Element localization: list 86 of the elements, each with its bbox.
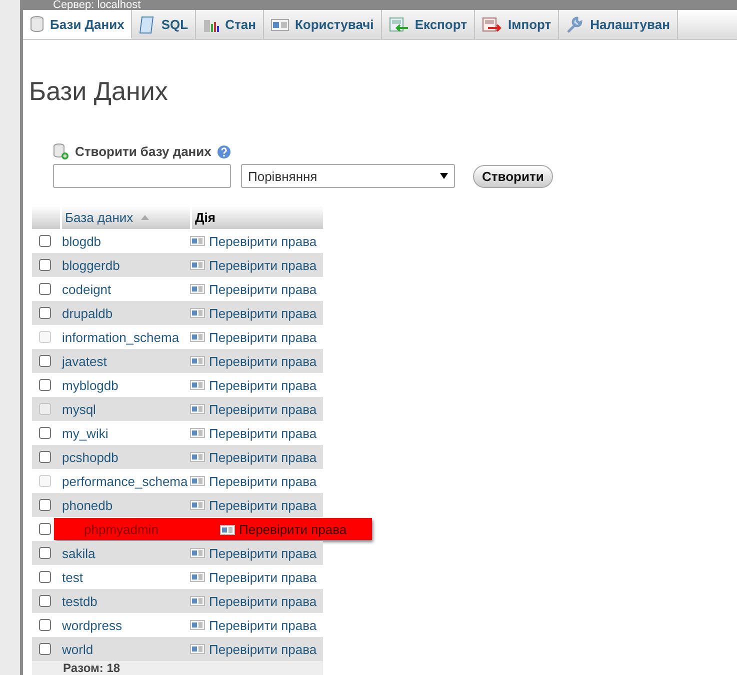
row-checkbox[interactable] — [39, 283, 51, 295]
id-card-icon — [190, 332, 205, 342]
check-privileges-link[interactable]: Перевірити права — [190, 450, 323, 464]
row-checkbox[interactable] — [39, 619, 51, 631]
row-checkbox[interactable] — [39, 547, 51, 559]
row-checkbox[interactable] — [39, 235, 51, 247]
create-button[interactable]: Створити — [473, 164, 553, 188]
database-name[interactable]: wordpress — [60, 618, 190, 632]
check-privileges-link[interactable]: Перевірити права — [190, 642, 323, 656]
nav-tab[interactable]: Експорт — [382, 10, 475, 39]
id-card-icon — [190, 476, 205, 486]
check-privileges-link[interactable]: Перевірити права — [190, 354, 323, 368]
database-name[interactable]: world — [60, 642, 190, 656]
sort-arrow-icon — [141, 215, 150, 220]
import-icon — [482, 16, 502, 33]
check-privileges-link[interactable]: Перевірити права — [190, 282, 323, 296]
export-icon — [388, 16, 409, 33]
check-privileges-link[interactable]: Перевірити права — [190, 378, 323, 392]
check-privileges-link[interactable]: Перевірити права — [190, 234, 323, 248]
database-name[interactable]: testdb — [60, 594, 190, 608]
row-checkbox[interactable] — [39, 451, 51, 463]
id-card-icon — [190, 284, 205, 294]
check-privileges-link[interactable]: Перевірити права — [190, 258, 323, 272]
row-checkbox[interactable] — [39, 523, 51, 535]
row-checkbox[interactable] — [39, 595, 51, 607]
database-name[interactable]: myblogdb — [60, 378, 190, 392]
nav-tab[interactable]: SQL — [132, 10, 196, 39]
row-checkbox[interactable] — [39, 259, 51, 271]
id-card-icon — [190, 236, 205, 246]
database-name[interactable]: phonedb — [60, 498, 190, 512]
create-database-label: Створити базу даних — [75, 144, 212, 159]
row-checkbox[interactable] — [39, 355, 51, 367]
id-card-icon — [190, 308, 205, 318]
nav-tab[interactable]: Імпорт — [474, 10, 560, 39]
nav-tab[interactable]: Налаштуван — [559, 10, 678, 39]
id-card-icon — [190, 572, 205, 582]
id-card-icon — [190, 596, 205, 606]
check-privileges-link[interactable]: Перевірити права — [190, 498, 323, 512]
database-name[interactable]: codeignt — [60, 282, 190, 296]
database-name[interactable]: bloggerdb — [60, 258, 190, 272]
page-title: Бази Даних — [29, 76, 169, 107]
database-name[interactable]: sakila — [60, 546, 190, 560]
add-database-icon — [53, 143, 69, 160]
id-card-icon — [190, 356, 205, 366]
id-card-icon — [190, 380, 205, 390]
nav-tab[interactable]: Користувачі — [264, 10, 382, 39]
collation-select[interactable]: Порівняння — [241, 164, 455, 188]
row-checkbox[interactable] — [39, 571, 51, 583]
id-card-icon — [190, 452, 205, 462]
id-card-icon — [220, 524, 235, 534]
id-card-icon — [190, 548, 205, 558]
total-count: Разом: 18 — [63, 661, 120, 675]
row-checkbox[interactable] — [39, 427, 51, 439]
check-privileges-link[interactable]: Перевірити права — [190, 426, 323, 440]
check-privileges-link[interactable]: Перевірити права — [190, 306, 323, 320]
server-label[interactable]: Сервер: localhost — [53, 0, 141, 10]
id-card-icon — [270, 18, 289, 31]
row-checkbox[interactable] — [39, 307, 51, 319]
id-card-icon — [190, 644, 205, 654]
id-card-icon — [190, 428, 205, 438]
nav-tab[interactable]: Стан — [196, 10, 264, 39]
database-name[interactable]: my_wiki — [60, 426, 190, 440]
row-checkbox[interactable] — [39, 379, 51, 391]
id-card-icon — [190, 404, 205, 414]
database-name[interactable]: blogdb — [60, 234, 190, 248]
database-icon — [30, 16, 44, 32]
database-name[interactable]: test — [60, 570, 190, 584]
row-checkbox[interactable] — [39, 643, 51, 655]
check-privileges-link[interactable]: Перевірити права — [190, 618, 323, 632]
nav-tab[interactable]: Бази Даних — [23, 10, 132, 39]
scroll-icon — [139, 16, 156, 34]
database-name[interactable]: drupaldb — [60, 306, 190, 320]
id-card-icon — [190, 260, 205, 270]
database-name[interactable]: javatest — [60, 354, 190, 368]
database-name-field[interactable] — [53, 164, 231, 188]
row-checkbox[interactable] — [39, 499, 51, 511]
help-icon[interactable] — [217, 144, 232, 158]
check-privileges-link[interactable]: Перевірити права — [190, 594, 323, 608]
wrench-icon — [566, 16, 584, 34]
id-card-icon — [190, 500, 205, 510]
dropdown-arrow-icon — [440, 173, 448, 179]
database-name: phpmyadmin — [84, 522, 158, 537]
database-name[interactable]: pcshopdb — [60, 450, 190, 464]
id-card-icon — [190, 620, 205, 630]
check-privileges-link[interactable]: Перевірити права — [190, 570, 323, 584]
check-privileges-link[interactable]: Перевірити права — [190, 546, 323, 560]
